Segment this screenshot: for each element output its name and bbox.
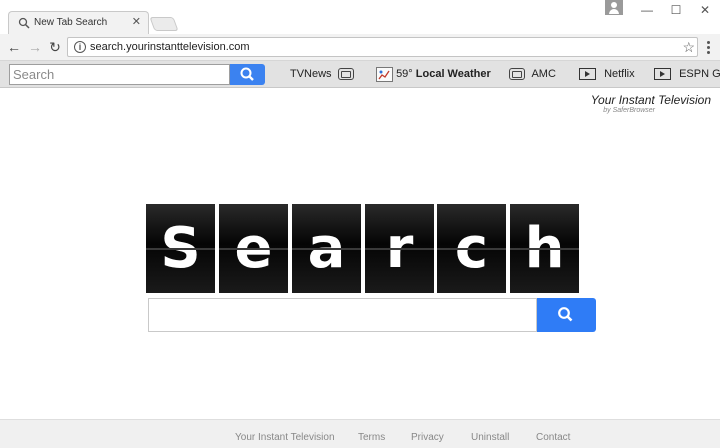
toolbar-search-button[interactable]	[230, 64, 265, 85]
search-icon	[558, 307, 573, 322]
maximize-button[interactable]: ☐	[666, 2, 686, 18]
toolbar-amc-label: AMC	[531, 68, 556, 80]
footer-link-privacy[interactable]: Privacy	[411, 432, 444, 443]
footer-link-terms[interactable]: Terms	[358, 432, 385, 443]
profile-icon[interactable]	[605, 0, 623, 15]
weather-icon	[376, 66, 393, 82]
tab-close-icon[interactable]: ✕	[132, 16, 141, 28]
footer: Your Instant Television Terms Privacy Un…	[0, 419, 720, 448]
brand-logo: Your Instant Television by SaferBrowser	[591, 93, 711, 115]
tv-icon	[509, 68, 525, 81]
info-icon[interactable]: i	[74, 41, 86, 53]
extension-toolbar: TVNews 59° Local Weather AMC Netflix ESP…	[0, 61, 720, 88]
tab-new-tab-search[interactable]: New Tab Search ✕	[8, 11, 149, 34]
logo-tile: a	[292, 204, 361, 293]
logo-tile: h	[510, 204, 579, 293]
toolbar-search-input[interactable]	[9, 64, 230, 85]
search-icon	[18, 17, 30, 29]
logo-tile: S	[146, 204, 215, 293]
tv-icon	[337, 68, 354, 81]
logo-tile: r	[365, 204, 434, 293]
weather-temp: 59°	[396, 68, 413, 80]
toolbar-netflix[interactable]: Netflix	[579, 66, 635, 83]
toolbar-tvnews-label: TVNews	[290, 68, 332, 80]
toolbar-espn-label: ESPN GO	[679, 68, 720, 80]
close-window-button[interactable]: ✕	[695, 2, 715, 18]
main-search-input[interactable]	[148, 298, 537, 332]
forward-button[interactable]: →	[27, 39, 43, 55]
bookmark-star-icon[interactable]: ☆	[682, 39, 695, 55]
minimize-button[interactable]: —	[637, 2, 657, 18]
tab-title: New Tab Search	[34, 17, 108, 28]
logo-tile: e	[219, 204, 288, 293]
toolbar-local-weather[interactable]: 59° Local Weather	[376, 66, 491, 83]
browser-window: New Tab Search ✕ — ☐ ✕ ← → ↻ i search.yo…	[0, 0, 720, 448]
toolbar-weather-label: Local Weather	[415, 68, 491, 80]
play-icon	[654, 68, 671, 81]
play-icon	[579, 68, 596, 81]
new-tab-button[interactable]	[149, 17, 179, 31]
logo-tile: c	[437, 204, 506, 293]
brand-title: Your Instant Television	[590, 93, 711, 107]
main-search-button[interactable]	[537, 298, 596, 332]
reload-button[interactable]: ↻	[47, 39, 63, 55]
omnibox[interactable]: i search.yourinstanttelevision.com ☆	[67, 37, 698, 57]
footer-link-uninstall[interactable]: Uninstall	[471, 432, 509, 443]
footer-link-your-instant-television[interactable]: Your Instant Television	[235, 432, 335, 443]
url-text[interactable]: search.yourinstanttelevision.com	[90, 41, 250, 53]
footer-link-contact[interactable]: Contact	[536, 432, 570, 443]
title-bar: New Tab Search ✕ — ☐ ✕	[0, 0, 720, 34]
toolbar-amc[interactable]: AMC	[509, 66, 556, 83]
search-logo: S e a r c h	[146, 204, 579, 293]
toolbar-espn[interactable]: ESPN GO	[654, 66, 720, 83]
toolbar-tvnews[interactable]: TVNews	[290, 66, 354, 83]
brand-subtitle: by SaferBrowser	[603, 107, 655, 114]
back-button[interactable]: ←	[6, 39, 22, 55]
menu-icon[interactable]	[703, 40, 713, 56]
address-bar: ← → ↻ i search.yourinstanttelevision.com…	[0, 34, 720, 61]
search-icon	[240, 67, 254, 81]
toolbar-netflix-label: Netflix	[604, 68, 635, 80]
